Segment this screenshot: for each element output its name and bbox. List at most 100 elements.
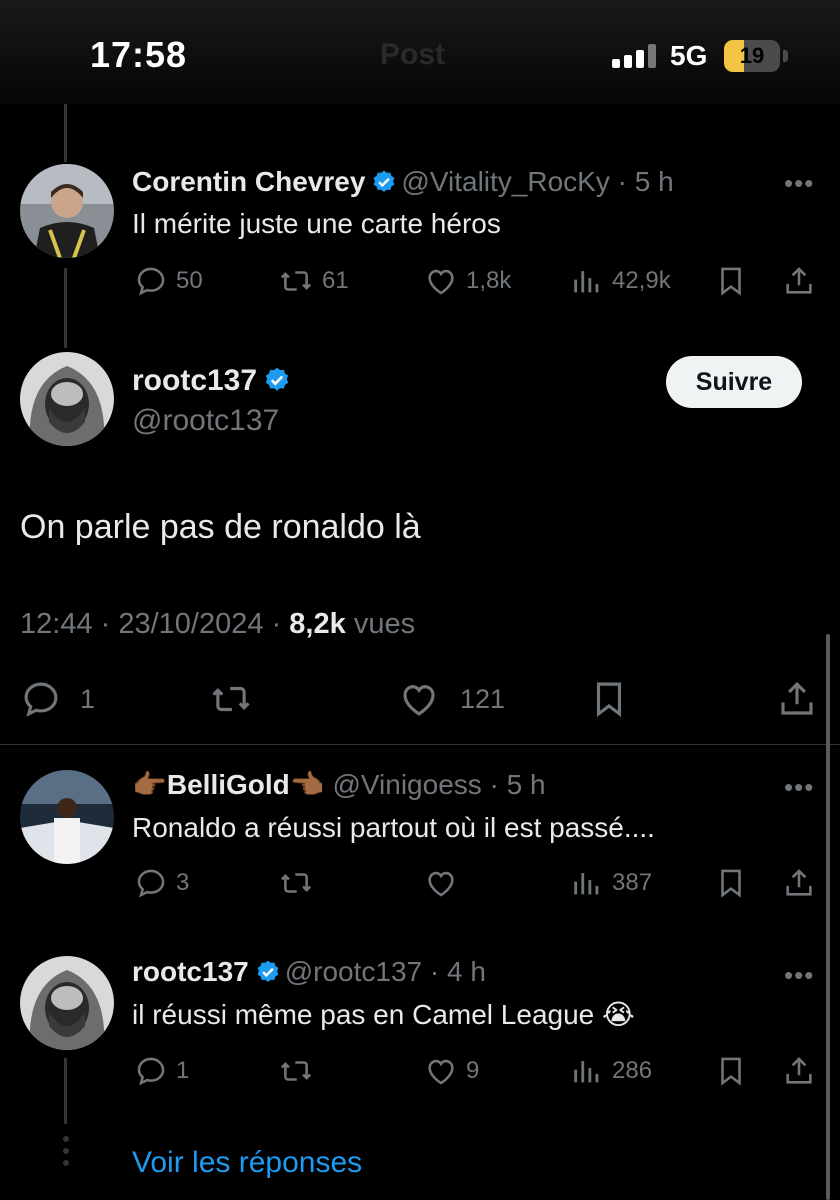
author-handle[interactable]: @Vitality_RocKy — [401, 166, 609, 197]
views-icon — [570, 1054, 604, 1088]
repost-icon — [278, 264, 314, 298]
like-button[interactable]: 121 — [398, 678, 505, 720]
more-icon[interactable]: ••• — [784, 772, 814, 803]
post-text: On parle pas de ronaldo là — [20, 508, 421, 546]
views-count: 8,2k — [289, 608, 346, 640]
thread-line — [64, 1058, 67, 1124]
battery-level: 19 — [739, 43, 765, 68]
post-text: Ronaldo a réussi partout où il est passé… — [132, 812, 655, 843]
reply-button[interactable]: 50 — [134, 264, 203, 298]
repost-button[interactable] — [278, 1054, 314, 1088]
follow-button[interactable]: Suivre — [666, 356, 802, 408]
status-bar: Post 17:58 5G 19 — [0, 0, 840, 104]
views-label: vues — [353, 608, 416, 640]
author-name[interactable]: BelliGold — [167, 769, 290, 800]
bookmark-button[interactable] — [714, 866, 748, 900]
like-icon — [424, 1054, 458, 1088]
post-time: 5 h — [506, 769, 546, 800]
repost-icon — [278, 866, 314, 900]
views-button[interactable]: 286 — [570, 1054, 652, 1088]
views-button[interactable]: 387 — [570, 866, 652, 900]
reply-count: 1 — [80, 683, 96, 714]
reply-icon — [134, 1054, 168, 1088]
reply-icon — [134, 264, 168, 298]
thread-line — [64, 104, 67, 162]
reply-button[interactable]: 1 — [134, 1054, 189, 1088]
name-emoji-left: 👉🏾 — [132, 769, 167, 800]
bookmark-button[interactable] — [714, 1054, 748, 1088]
repost-icon — [278, 1054, 314, 1088]
post-text: Il mérite juste une carte héros — [132, 208, 501, 239]
network-label: 5G — [670, 40, 708, 71]
post-time: 12:44 — [20, 608, 93, 640]
views-button[interactable]: 42,9k — [570, 264, 671, 298]
post-time: 4 h — [447, 956, 486, 987]
like-button[interactable]: 9 — [424, 1054, 479, 1088]
like-icon — [424, 866, 458, 900]
share-icon — [782, 264, 816, 298]
views-count: 42,9k — [612, 267, 671, 294]
reply-count: 50 — [176, 267, 203, 294]
bookmark-icon — [588, 678, 630, 720]
thread-line — [64, 268, 67, 348]
repost-button[interactable]: 61 — [278, 264, 349, 298]
like-button[interactable] — [424, 866, 458, 900]
avatar[interactable] — [20, 352, 114, 446]
repost-count: 61 — [322, 267, 349, 294]
signal-icon — [612, 44, 658, 68]
show-replies-link[interactable]: Voir les réponses — [132, 1146, 362, 1180]
name-emoji-right: 👈🏾 — [289, 769, 325, 800]
author-name[interactable]: rootc137 — [132, 956, 249, 987]
author-handle[interactable]: @Vinigoess — [332, 769, 481, 800]
reply-count: 3 — [176, 869, 190, 896]
status-time: 17:58 — [90, 34, 188, 75]
share-button[interactable] — [776, 678, 818, 720]
views-count: 286 — [612, 1057, 653, 1084]
like-count: 1,8k — [466, 267, 512, 294]
more-icon[interactable]: ••• — [784, 168, 814, 199]
bookmark-icon — [714, 866, 748, 900]
like-button[interactable]: 1,8k — [424, 264, 511, 298]
bookmark-icon — [714, 1054, 748, 1088]
repost-button[interactable] — [278, 866, 314, 900]
scrollbar[interactable] — [826, 634, 830, 1200]
views-icon — [570, 866, 604, 900]
divider — [0, 744, 840, 745]
battery-icon: 19 — [724, 40, 780, 72]
verified-badge-icon — [255, 959, 281, 992]
reply-count: 1 — [176, 1057, 190, 1084]
post-date: 23/10/2024 — [118, 608, 264, 640]
author-handle[interactable]: @rootc137 — [132, 404, 279, 438]
avatar[interactable] — [20, 164, 114, 258]
views-icon — [570, 264, 604, 298]
reply-button[interactable]: 3 — [134, 866, 189, 900]
reply-button[interactable]: 1 — [20, 678, 95, 720]
background-title: Post — [380, 38, 446, 71]
bookmark-button[interactable] — [714, 264, 748, 298]
share-button[interactable] — [782, 866, 816, 900]
author-handle[interactable]: @rootc137 — [285, 956, 422, 987]
author-name[interactable]: Corentin Chevrey — [132, 166, 365, 197]
like-icon — [424, 264, 458, 298]
share-button[interactable] — [782, 264, 816, 298]
more-icon[interactable]: ••• — [784, 960, 814, 991]
reply-icon — [20, 678, 62, 720]
avatar[interactable] — [20, 956, 114, 1050]
verified-badge-icon — [263, 366, 291, 402]
like-count: 121 — [460, 683, 506, 714]
bookmark-icon — [714, 264, 748, 298]
share-icon — [782, 866, 816, 900]
post-meta: 12:44 · 23/10/2024 · 8,2k vues — [20, 608, 416, 640]
repost-icon — [208, 678, 254, 720]
like-count: 9 — [466, 1057, 480, 1084]
share-icon — [776, 678, 818, 720]
verified-badge-icon — [371, 169, 397, 202]
post-text: il réussi même pas en Camel League 😭 — [132, 999, 635, 1030]
share-icon — [782, 1054, 816, 1088]
bookmark-button[interactable] — [588, 678, 630, 720]
like-icon — [398, 678, 440, 720]
avatar[interactable] — [20, 770, 114, 864]
repost-button[interactable] — [208, 678, 254, 720]
share-button[interactable] — [782, 1054, 816, 1088]
author-name[interactable]: rootc137 — [132, 364, 257, 397]
